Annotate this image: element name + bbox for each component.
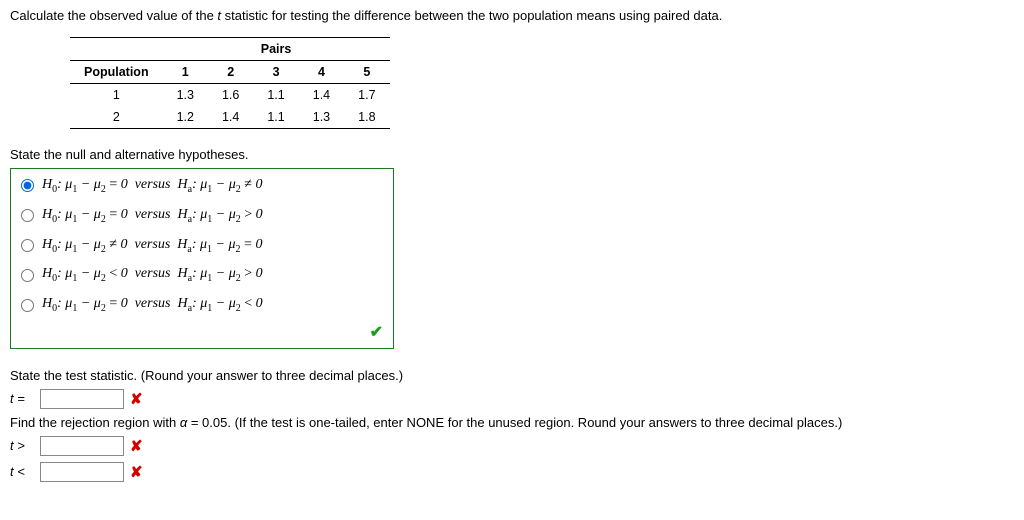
t-gt-label: t > — [10, 438, 36, 453]
pairs-header: Pairs — [163, 38, 390, 61]
col-4: 4 — [299, 61, 344, 84]
hypothesis-option-2[interactable]: H0: μ1 − μ2 = 0 versus Ha: μ1 − μ2 > 0 — [11, 201, 393, 231]
paired-data-table: Pairs Population 1 2 3 4 5 1 1.3 1.6 1.1… — [70, 37, 390, 129]
rejection-region-prompt: Find the rejection region with α = 0.05.… — [10, 415, 1014, 430]
row-pop-1: 1 — [70, 84, 163, 107]
table-row: 2 1.2 1.4 1.1 1.3 1.8 — [70, 106, 390, 129]
table-row: 1 1.3 1.6 1.1 1.4 1.7 — [70, 84, 390, 107]
hypothesis-radio-2[interactable] — [21, 209, 34, 222]
hypothesis-radio-3[interactable] — [21, 239, 34, 252]
col-2: 2 — [208, 61, 253, 84]
intro-pre: Calculate the observed value of the — [10, 8, 217, 23]
hypothesis-radio-4[interactable] — [21, 269, 34, 282]
hypothesis-option-4[interactable]: H0: μ1 − μ2 < 0 versus Ha: μ1 − μ2 > 0 — [11, 260, 393, 290]
col-1: 1 — [163, 61, 208, 84]
x-icon: ✘ — [130, 390, 143, 408]
hypothesis-option-3[interactable]: H0: μ1 − μ2 ≠ 0 versus Ha: μ1 − μ2 = 0 — [11, 231, 393, 261]
t-greater-input[interactable] — [40, 436, 124, 456]
t-lt-label: t < — [10, 464, 36, 479]
hypothesis-label-1: H0: μ1 − μ2 = 0 versus Ha: μ1 − μ2 ≠ 0 — [42, 177, 262, 195]
intro-post: statistic for testing the difference bet… — [221, 8, 722, 23]
t-less-line: t < ✘ — [10, 462, 1014, 482]
t-greater-line: t > ✘ — [10, 436, 1014, 456]
hypothesis-option-1[interactable]: H0: μ1 − μ2 = 0 versus Ha: μ1 − μ2 ≠ 0 — [11, 171, 393, 201]
hypothesis-label-2: H0: μ1 − μ2 = 0 versus Ha: μ1 − μ2 > 0 — [42, 207, 263, 225]
hypothesis-label-5: H0: μ1 − μ2 = 0 versus Ha: μ1 − μ2 < 0 — [42, 296, 263, 314]
hypothesis-option-5[interactable]: H0: μ1 − μ2 = 0 versus Ha: μ1 − μ2 < 0 — [11, 290, 393, 320]
col-3: 3 — [253, 61, 298, 84]
check-icon: ✔ — [370, 324, 383, 341]
correct-mark-row: ✔ — [11, 320, 393, 346]
population-header: Population — [70, 61, 163, 84]
hypothesis-label-3: H0: μ1 − μ2 ≠ 0 versus Ha: μ1 − μ2 = 0 — [42, 237, 262, 255]
t-label: t = — [10, 391, 36, 406]
test-statistic-prompt: State the test statistic. (Round your an… — [10, 368, 1014, 383]
col-5: 5 — [344, 61, 389, 84]
hypothesis-label-4: H0: μ1 − μ2 < 0 versus Ha: μ1 − μ2 > 0 — [42, 266, 263, 284]
x-icon: ✘ — [130, 463, 143, 481]
row-pop-2: 2 — [70, 106, 163, 129]
t-answer-line: t = ✘ — [10, 389, 1014, 409]
hypotheses-prompt: State the null and alternative hypothese… — [10, 147, 1014, 162]
hypotheses-group: H0: μ1 − μ2 = 0 versus Ha: μ1 − μ2 ≠ 0 H0… — [10, 168, 394, 349]
hypothesis-radio-5[interactable] — [21, 299, 34, 312]
x-icon: ✘ — [130, 437, 143, 455]
hypothesis-radio-1[interactable] — [21, 179, 34, 192]
t-value-input[interactable] — [40, 389, 124, 409]
question-intro: Calculate the observed value of the t st… — [10, 8, 1014, 23]
t-less-input[interactable] — [40, 462, 124, 482]
